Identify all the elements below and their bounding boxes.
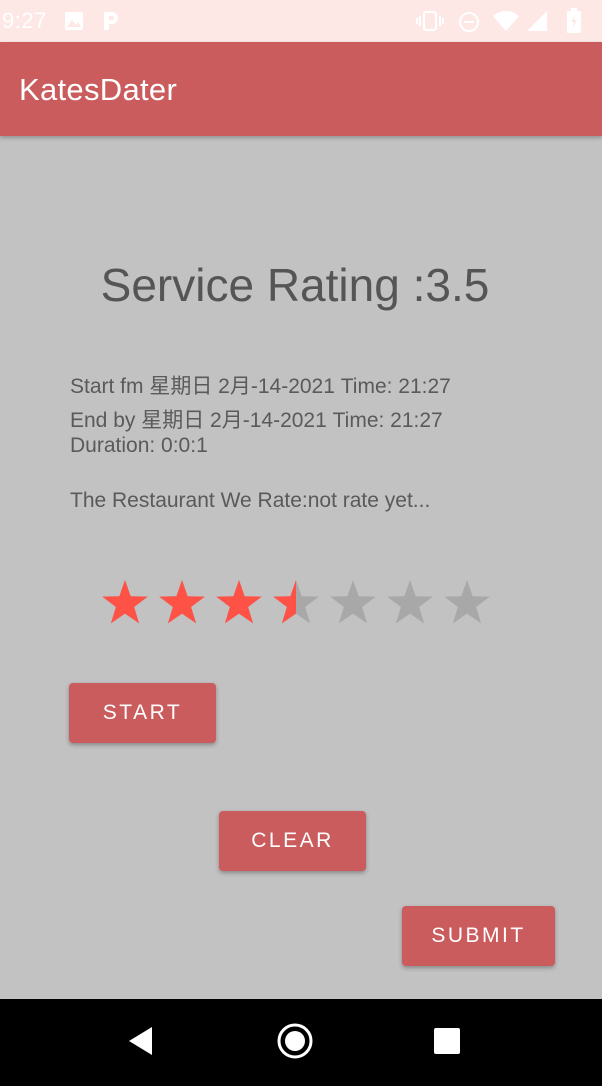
rating-star[interactable] bbox=[159, 580, 205, 624]
submit-button[interactable]: SUBMIT bbox=[402, 906, 555, 966]
rating-star[interactable] bbox=[330, 580, 376, 624]
star-filled-shape bbox=[216, 580, 262, 624]
end-time-text: End by 星期日 2月-14-2021 Time: 21:27 bbox=[70, 409, 443, 432]
service-rating-title: Service Rating :3.5 bbox=[100, 259, 490, 311]
wifi-icon bbox=[492, 10, 520, 37]
rating-star[interactable] bbox=[387, 580, 433, 624]
start-time-text: Start fm 星期日 2月-14-2021 Time: 21:27 bbox=[70, 375, 451, 398]
star-empty-shape bbox=[444, 580, 490, 624]
signal-icon bbox=[526, 10, 548, 37]
home-icon[interactable] bbox=[275, 1021, 315, 1066]
back-icon[interactable] bbox=[126, 1025, 156, 1062]
star-filled-shape bbox=[102, 580, 148, 624]
navigation-bar bbox=[0, 999, 602, 1086]
app-bar: KatesDater bbox=[0, 42, 602, 136]
parking-icon bbox=[102, 10, 120, 37]
restaurant-rate-text: The Restaurant We Rate:not rate yet... bbox=[70, 489, 431, 512]
rating-star[interactable] bbox=[102, 580, 148, 624]
duration-text: Duration: 0:0:1 bbox=[70, 434, 208, 457]
star-empty-shape bbox=[330, 580, 376, 624]
rating-star[interactable] bbox=[273, 580, 319, 624]
overview-icon[interactable] bbox=[433, 1027, 461, 1060]
app-title: KatesDater bbox=[19, 72, 178, 107]
vibrate-icon bbox=[416, 10, 444, 37]
battery-icon bbox=[566, 8, 582, 39]
rating-bar[interactable] bbox=[100, 578, 500, 630]
clear-button[interactable]: CLEAR bbox=[219, 811, 366, 871]
star-filled-shape bbox=[159, 580, 205, 624]
do-not-disturb-icon bbox=[458, 11, 480, 38]
rating-star[interactable] bbox=[216, 580, 262, 624]
status-time: 9:27 bbox=[2, 8, 47, 33]
start-button[interactable]: START bbox=[69, 683, 216, 743]
status-bar: 9:27 bbox=[0, 0, 602, 42]
star-empty-shape bbox=[387, 580, 433, 624]
image-icon bbox=[64, 11, 84, 36]
app-screen: 9:27 KatesDater Service Rating :3.5 Star… bbox=[0, 0, 602, 1086]
rating-star[interactable] bbox=[444, 580, 490, 624]
